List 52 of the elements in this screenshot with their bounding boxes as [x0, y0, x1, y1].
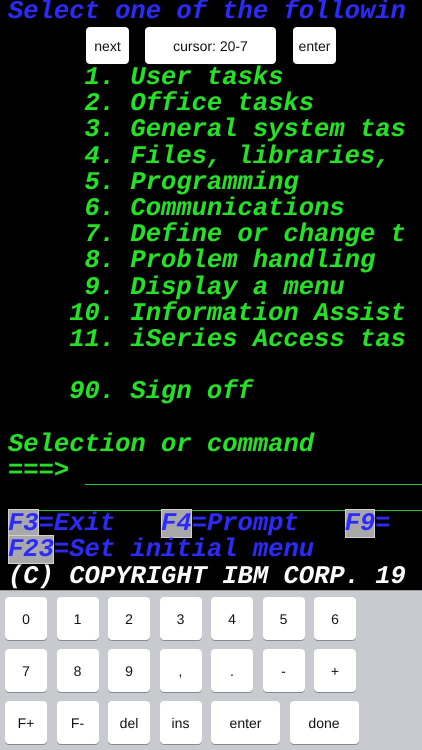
command-arrow: ===>	[8, 458, 70, 484]
keypad-key[interactable]: 0	[5, 597, 47, 640]
keypad-key[interactable]: F+	[5, 701, 47, 744]
menu-option: Problem handling	[130, 248, 376, 275]
option-number: 4.	[84, 144, 116, 170]
screen-heading: Select one of the followin	[8, 0, 406, 26]
keypad-key[interactable]: +	[314, 649, 356, 692]
keypad-key[interactable]: 4	[211, 597, 253, 640]
menu-option: General system tas	[130, 117, 406, 144]
keypad-key[interactable]: 1	[56, 597, 98, 640]
keypad-key[interactable]: ins	[160, 701, 202, 744]
copyright-text: (C) COPYRIGHT IBM CORP. 19	[8, 564, 406, 590]
menu-option: Define or change t	[130, 222, 406, 248]
keypad-key[interactable]: 5	[262, 597, 304, 640]
keypad-key[interactable]: 3	[160, 597, 202, 640]
option-number: 90.	[69, 379, 116, 406]
next-button[interactable]: next	[86, 27, 129, 64]
option-number: 6.	[84, 196, 116, 222]
option-number: 5.	[84, 170, 116, 196]
option-number: 8.	[84, 248, 116, 275]
menu-option: Communications	[130, 196, 345, 222]
enter-button[interactable]: enter	[293, 27, 336, 64]
keypad-key[interactable]: ,	[160, 649, 202, 692]
option-number: 3.	[84, 117, 116, 144]
menu-option: Information Assist	[130, 300, 406, 327]
keypad-key[interactable]: -	[262, 649, 304, 692]
keypad-key[interactable]: 2	[108, 597, 150, 640]
menu-option: iSeries Access tas	[130, 326, 406, 354]
keypad-key[interactable]: 7	[5, 649, 47, 692]
menu-option: Sign off	[130, 379, 253, 406]
keypad-action-key[interactable]: enter	[211, 701, 280, 744]
menu-option: Programming	[130, 170, 299, 196]
option-number: 1.	[84, 65, 116, 92]
keypad-key[interactable]: 9	[108, 649, 150, 692]
keypad-key[interactable]: 6	[314, 597, 356, 640]
option-number: 9.	[84, 274, 116, 301]
menu-option: Office tasks	[130, 91, 314, 118]
option-number: 11.	[69, 326, 116, 354]
option-number: 10.	[69, 300, 116, 327]
keypad-key[interactable]: del	[108, 701, 150, 744]
menu-option: Files, libraries,	[130, 144, 391, 170]
menu-option: User tasks	[130, 65, 284, 92]
keypad-key[interactable]: 8	[56, 649, 98, 692]
selection-prompt: Selection or command	[8, 432, 314, 458]
cursor-position-button[interactable]: cursor: 20-7	[145, 27, 276, 64]
keypad-action-key[interactable]: done	[290, 701, 358, 744]
keypad-key[interactable]: .	[211, 649, 253, 692]
function-key-label: =	[375, 509, 391, 538]
menu-option: Display a menu	[130, 274, 345, 301]
keypad-key[interactable]: F-	[56, 701, 98, 744]
option-number: 7.	[84, 222, 116, 248]
option-number: 2.	[84, 91, 116, 118]
